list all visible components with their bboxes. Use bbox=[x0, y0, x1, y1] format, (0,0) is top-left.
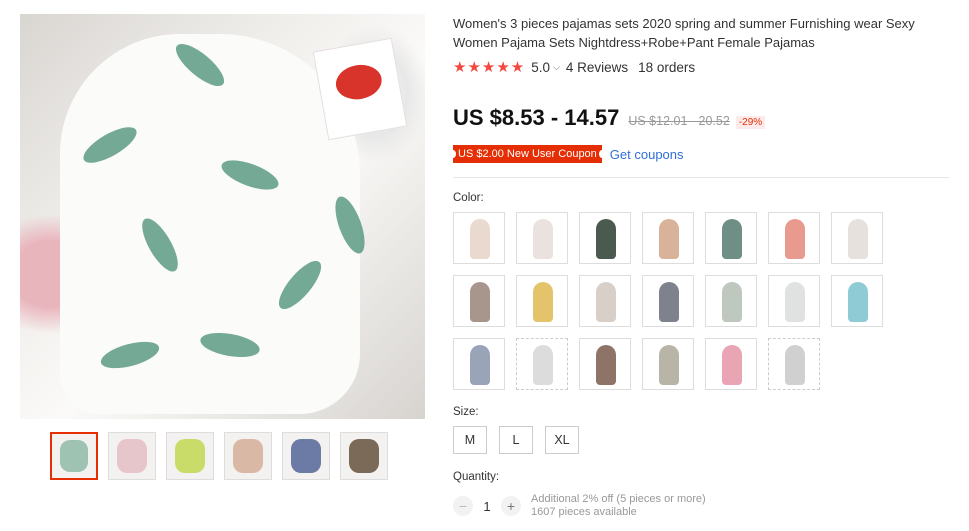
thumbnail-strip bbox=[50, 432, 388, 480]
price-row: US $8.53 - 14.57 US $12.01 - 20.52 -29% bbox=[453, 105, 766, 131]
color-option-image bbox=[659, 345, 679, 385]
chevron-down-icon[interactable]: ⌵ bbox=[553, 62, 560, 73]
discount-badge: -29% bbox=[735, 116, 766, 129]
color-option-image bbox=[533, 345, 553, 385]
color-option-image bbox=[596, 219, 616, 259]
product-main-image[interactable] bbox=[20, 14, 425, 419]
color-option-image bbox=[596, 282, 616, 322]
size-option-m[interactable]: M bbox=[453, 426, 487, 454]
price: US $8.53 - 14.57 bbox=[453, 105, 620, 130]
product-thumbnail[interactable] bbox=[340, 432, 388, 480]
product-thumbnail[interactable] bbox=[166, 432, 214, 480]
color-option-image bbox=[785, 282, 805, 322]
color-option[interactable] bbox=[705, 212, 757, 264]
color-option-image bbox=[470, 345, 490, 385]
get-coupons-link[interactable]: Get coupons bbox=[610, 147, 684, 162]
thumbnail-image bbox=[349, 439, 379, 473]
color-option-image bbox=[596, 345, 616, 385]
color-option[interactable] bbox=[516, 338, 568, 390]
rating-value[interactable]: 5.0 bbox=[531, 60, 550, 75]
color-option-image bbox=[659, 282, 679, 322]
color-option-image bbox=[785, 345, 805, 385]
color-option-image bbox=[722, 345, 742, 385]
size-option-l[interactable]: L bbox=[499, 426, 533, 454]
color-option[interactable] bbox=[768, 212, 820, 264]
color-option[interactable] bbox=[831, 212, 883, 264]
reviews-count[interactable]: 4 Reviews bbox=[566, 60, 628, 75]
thumbnail-image bbox=[117, 439, 147, 473]
thumbnail-image bbox=[291, 439, 321, 473]
color-option[interactable] bbox=[516, 275, 568, 327]
size-options: M L XL bbox=[453, 426, 579, 454]
color-option[interactable] bbox=[453, 338, 505, 390]
color-option[interactable] bbox=[705, 275, 757, 327]
color-option[interactable] bbox=[516, 212, 568, 264]
color-option-image bbox=[848, 282, 868, 322]
size-label: Size: bbox=[453, 406, 479, 418]
color-option-image bbox=[848, 219, 868, 259]
color-options bbox=[453, 212, 893, 390]
color-option[interactable] bbox=[642, 212, 694, 264]
product-title: Women's 3 pieces pajamas sets 2020 sprin… bbox=[453, 16, 915, 50]
color-option[interactable] bbox=[579, 338, 631, 390]
color-option-image bbox=[470, 219, 490, 259]
quantity-stepper: − 1 + Additional 2% off (5 pieces or mor… bbox=[453, 493, 706, 519]
color-option[interactable] bbox=[831, 275, 883, 327]
coupon-row: US $2.00 New User Coupon Get coupons bbox=[450, 145, 684, 163]
rating-stars: ★★★★★ bbox=[453, 59, 526, 76]
quantity-value[interactable]: 1 bbox=[473, 499, 501, 514]
divider bbox=[453, 177, 949, 178]
quantity-info: Additional 2% off (5 pieces or more) 160… bbox=[531, 493, 706, 519]
original-price: US $12.01 - 20.52 bbox=[628, 114, 730, 128]
color-option[interactable] bbox=[642, 275, 694, 327]
product-thumbnail[interactable] bbox=[282, 432, 330, 480]
color-option[interactable] bbox=[579, 275, 631, 327]
color-label: Color: bbox=[453, 192, 484, 204]
color-option[interactable] bbox=[768, 275, 820, 327]
color-option-image bbox=[785, 219, 805, 259]
new-user-coupon[interactable]: US $2.00 New User Coupon bbox=[450, 145, 605, 163]
decrease-quantity-button[interactable]: − bbox=[453, 496, 473, 516]
color-option-image bbox=[722, 219, 742, 259]
thumbnail-image bbox=[175, 439, 205, 473]
color-option-image bbox=[659, 219, 679, 259]
color-option-image bbox=[533, 282, 553, 322]
bulk-discount-note: Additional 2% off (5 pieces or more) bbox=[531, 493, 706, 505]
color-option[interactable] bbox=[453, 275, 505, 327]
size-option-xl[interactable]: XL bbox=[545, 426, 579, 454]
color-option[interactable] bbox=[642, 338, 694, 390]
snack-bag bbox=[312, 37, 408, 141]
color-option[interactable] bbox=[579, 212, 631, 264]
increase-quantity-button[interactable]: + bbox=[501, 496, 521, 516]
thumbnail-image bbox=[60, 440, 88, 472]
quantity-label: Quantity: bbox=[453, 471, 500, 483]
color-option[interactable] bbox=[705, 338, 757, 390]
product-thumbnail[interactable] bbox=[50, 432, 98, 480]
product-thumbnail[interactable] bbox=[108, 432, 156, 480]
color-option[interactable] bbox=[768, 338, 820, 390]
color-option[interactable] bbox=[453, 212, 505, 264]
color-option-image bbox=[722, 282, 742, 322]
product-thumbnail[interactable] bbox=[224, 432, 272, 480]
orders-count: 18 orders bbox=[638, 59, 696, 75]
stock-available: 1607 pieces available bbox=[531, 506, 637, 518]
color-option-image bbox=[470, 282, 490, 322]
rating-row: ★★★★★ 5.0 ⌵ 4 Reviews 18 orders bbox=[453, 58, 695, 76]
color-option-image bbox=[533, 219, 553, 259]
thumbnail-image bbox=[233, 439, 263, 473]
